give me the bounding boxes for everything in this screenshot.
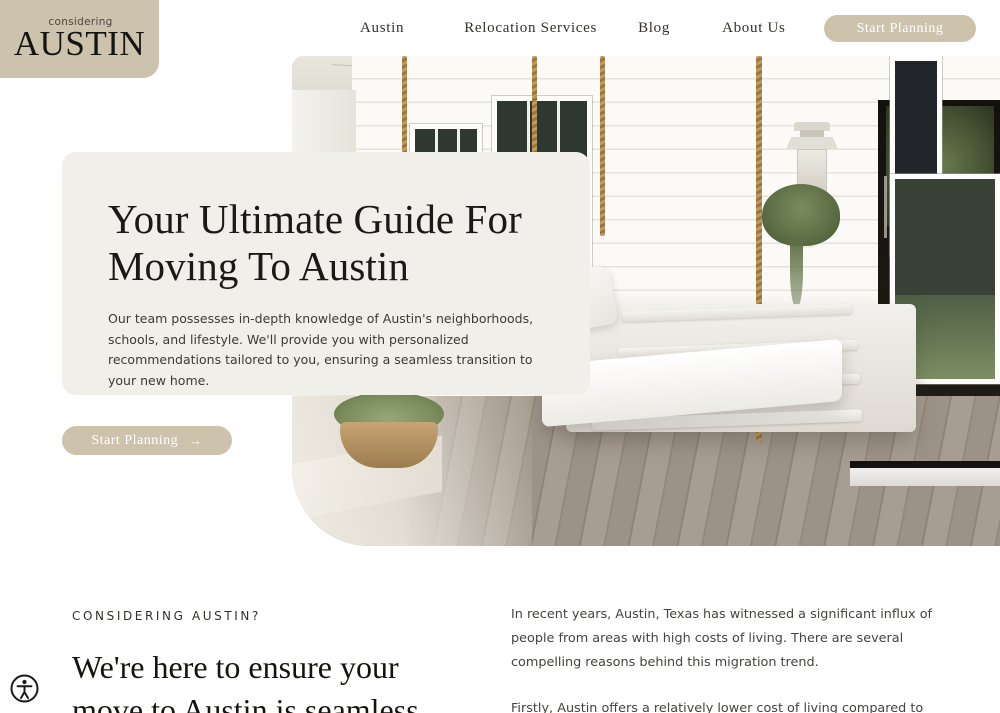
header-start-planning-button[interactable]: Start Planning: [824, 15, 976, 42]
fern-trailing-vine: [790, 236, 803, 308]
hero-title-line-2: Moving To Austin: [108, 243, 409, 289]
nav-item-austin[interactable]: Austin: [360, 20, 404, 37]
nav-item-relocation-services[interactable]: Relocation Services: [464, 20, 597, 37]
section-title-line-1: We're here to ensure your: [72, 649, 399, 685]
hero-cta-label: Start Planning: [91, 432, 179, 448]
accessibility-icon: [10, 674, 39, 703]
main-navigation: Austin Relocation Services Blog About Us: [360, 0, 850, 57]
site-header: considering AUSTIN Austin Relocation Ser…: [0, 0, 1000, 78]
nav-item-blog[interactable]: Blog: [638, 20, 670, 37]
hero-title: Your Ultimate Guide For Moving To Austin: [108, 196, 548, 290]
lantern-hood: [786, 137, 838, 149]
arrow-right-icon: →: [189, 433, 203, 448]
hero-subtitle: Our team possesses in-depth knowledge of…: [108, 311, 534, 388]
intro-right-column: In recent years, Austin, Texas has witne…: [511, 603, 941, 713]
swing-rope-back: [600, 56, 605, 236]
site-logo[interactable]: considering AUSTIN: [0, 0, 159, 78]
section-title: We're here to ensure your move to Austin…: [72, 646, 472, 713]
nav-item-about-us[interactable]: About Us: [722, 20, 786, 37]
hero-title-line-1: Your Ultimate Guide For: [108, 196, 522, 242]
accessibility-button[interactable]: [9, 673, 40, 704]
intro-paragraph: In recent years, Austin, Texas has witne…: [511, 607, 933, 670]
intro-left-column: CONSIDERING AUSTIN? We're here to ensure…: [72, 609, 472, 713]
intro-paragraph: Firstly, Austin offers a relatively lowe…: [511, 701, 924, 713]
hero-text-card: Your Ultimate Guide For Moving To Austin…: [62, 152, 590, 395]
section-title-line-2: move to Austin is seamless: [72, 692, 419, 713]
hero-start-planning-button[interactable]: Start Planning →: [62, 426, 232, 455]
door-frame-base: [850, 468, 1000, 486]
page-root: considering AUSTIN Austin Relocation Ser…: [0, 0, 1000, 713]
section-eyebrow: CONSIDERING AUSTIN?: [72, 609, 261, 623]
lantern-cap: [800, 130, 824, 137]
logo-main-word: AUSTIN: [13, 24, 146, 63]
door-threshold: [850, 461, 1000, 468]
